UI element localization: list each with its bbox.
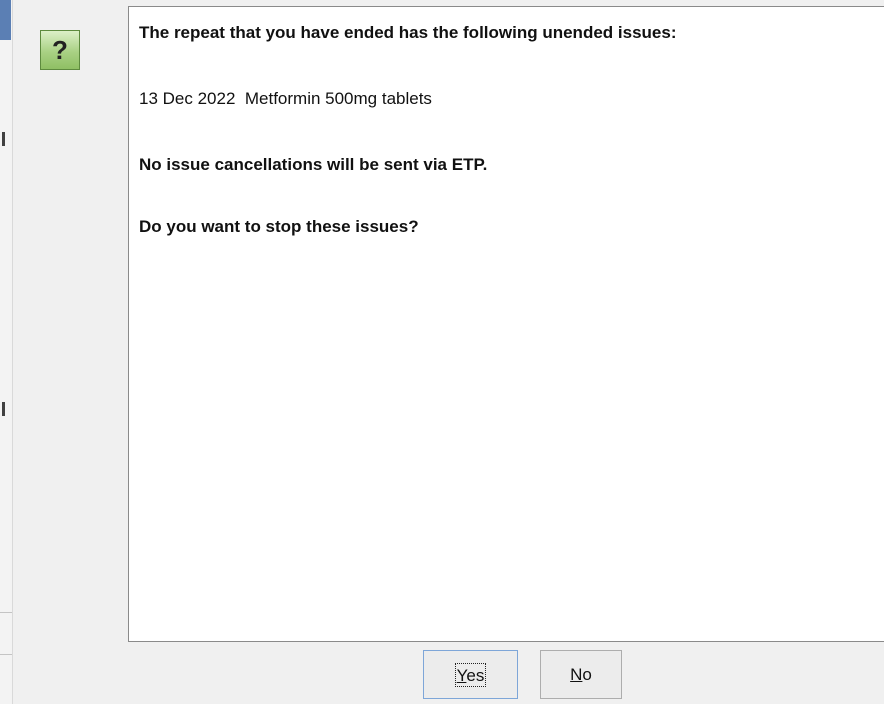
- yes-button-label: Yes: [456, 665, 485, 685]
- background-window-glyph: [2, 132, 5, 146]
- no-button[interactable]: No: [540, 650, 622, 699]
- background-window-divider: [0, 612, 12, 613]
- message-heading: The repeat that you have ended has the f…: [139, 23, 677, 42]
- message-panel: The repeat that you have ended has the f…: [128, 6, 884, 642]
- no-button-label: No: [570, 664, 592, 684]
- background-window-edge: [0, 0, 13, 704]
- background-window-glyph: [2, 402, 5, 416]
- yes-button[interactable]: Yes: [423, 650, 518, 699]
- focus-indicator: Yes: [454, 662, 487, 687]
- background-window-divider: [0, 654, 12, 655]
- background-window-accent: [0, 0, 11, 40]
- question-mark-icon: ?: [40, 30, 80, 70]
- question-mark-glyph: ?: [52, 34, 68, 65]
- etp-notice: No issue cancellations will be sent via …: [139, 155, 488, 174]
- stop-question: Do you want to stop these issues?: [139, 217, 419, 236]
- issue-line: 13 Dec 2022 Metformin 500mg tablets: [139, 89, 432, 108]
